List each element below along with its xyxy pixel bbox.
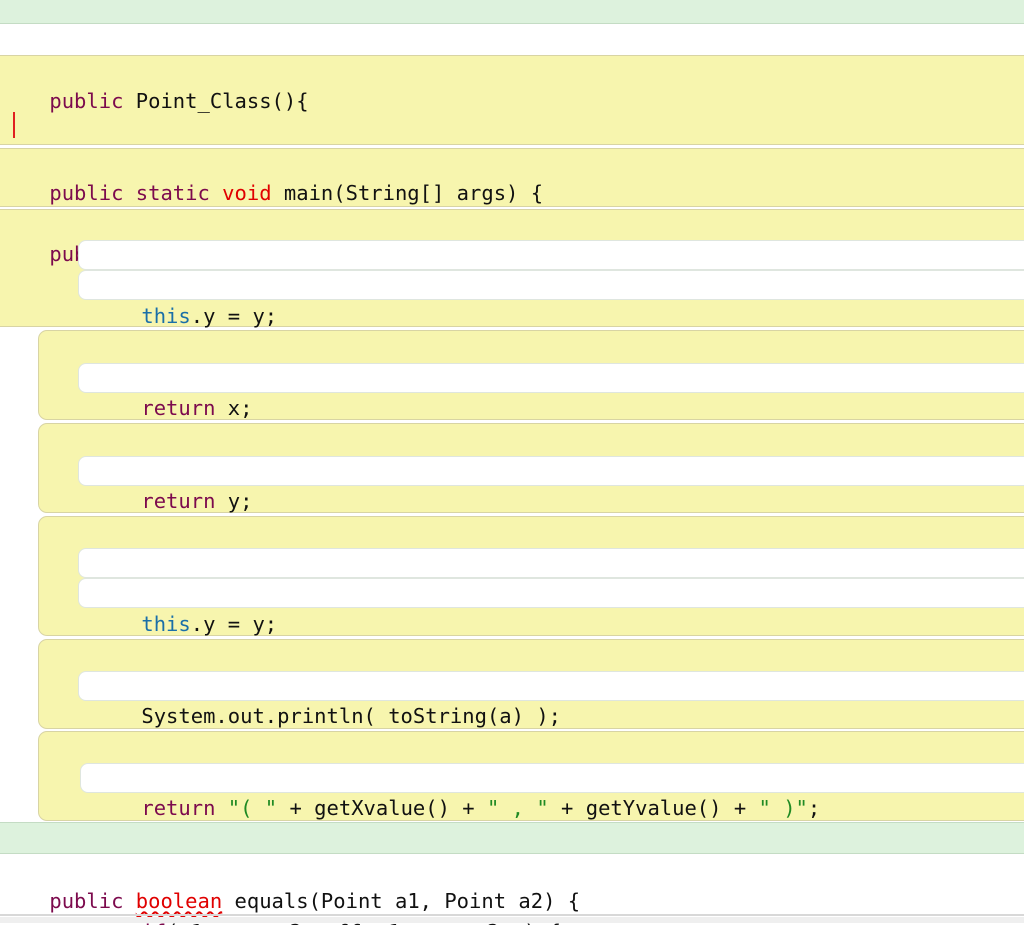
code-line-17[interactable]: } [39,487,100,545]
code-line-26[interactable]: return "( " + getXvalue() + " , " + getY… [92,762,820,820]
token-return: return [141,489,228,513]
token-string-close-paren: " )" [758,796,808,820]
code-line-1[interactable]: public class Point_Class{ [0,0,358,52]
token-this: this [141,304,191,328]
code-line-25[interactable]: public String toString(Point a) { [65,732,521,790]
code-line-6[interactable]: public static void main(String[] args) { [0,147,543,205]
code-line-12[interactable]: public int getXvalue() { [78,332,423,390]
token-this: this [141,612,191,636]
token-return: return [141,396,228,420]
code-editor-canvas[interactable]: public class Point_Class{ int x,y; publi… [0,0,1024,925]
code-line-27[interactable]: } [39,793,100,851]
code-line-5[interactable]: } [0,112,61,170]
code-line-20[interactable]: this.y = y; [92,578,277,636]
bottom-gutter [0,917,1024,923]
text-cursor [13,112,15,138]
token-main-sig: main(String[] args) { [283,181,544,205]
code-line-30[interactable]: if(a1.x == a2.x && a1.y == a2.y) { [92,886,561,925]
code-line-3[interactable]: public Point_Class(){ [0,55,308,113]
code-line-2[interactable]: int x,y; [0,24,148,82]
token-assign-y: .y = y; [190,612,278,636]
token-ctor-sig: Point_Class(){ [135,89,309,113]
code-line-10[interactable]: this.y = y; [92,270,277,328]
code-line-9[interactable]: this.x = x; [92,239,277,297]
code-line-16[interactable]: return y; [92,455,252,513]
code-line-18[interactable]: public void set(int x, int y) { [39,517,471,575]
token-string-comma: " , " [486,796,549,820]
token-assign-y: .y = y; [190,304,278,328]
code-line-29[interactable]: public boolean equals(Point a1, Point a2… [0,855,580,913]
code-line-7[interactable]: } [39,178,100,236]
code-line-15[interactable]: public int getYvalue() { [78,425,423,483]
field-declaration-block[interactable] [0,25,1024,54]
token-public: public [49,89,136,113]
code-line-14[interactable]: } [39,394,100,452]
code-line-19[interactable]: this.x = x; [92,547,277,605]
token-return: return [141,796,228,820]
token-semicolon: ; [807,796,821,820]
code-line-11[interactable]: } [39,301,100,359]
token-concat-x: + getXvalue() + [277,796,487,820]
token-concat-y: + getYvalue() + [548,796,759,820]
class-block-footer[interactable] [0,822,1024,854]
code-line-8[interactable]: public Point_Class(int x, int y){ [0,208,456,266]
token-return-value: x; [227,396,253,420]
token-void: void [222,181,284,205]
bottom-divider [0,914,1024,916]
code-line-24[interactable]: } [39,701,100,759]
token-return-value: y; [227,489,253,513]
code-line-22[interactable]: public void print(Point a) { [39,640,434,698]
code-line-23[interactable]: System.out.println( toString(a) ); [92,670,561,728]
code-line-21[interactable]: } [39,609,100,667]
code-line-13[interactable]: return x; [92,362,252,420]
token-string-open-paren: "( " [227,796,278,820]
code-line-28[interactable]: } [0,822,61,880]
token-println-call: System.out.println( toString(a) ); [141,704,562,728]
